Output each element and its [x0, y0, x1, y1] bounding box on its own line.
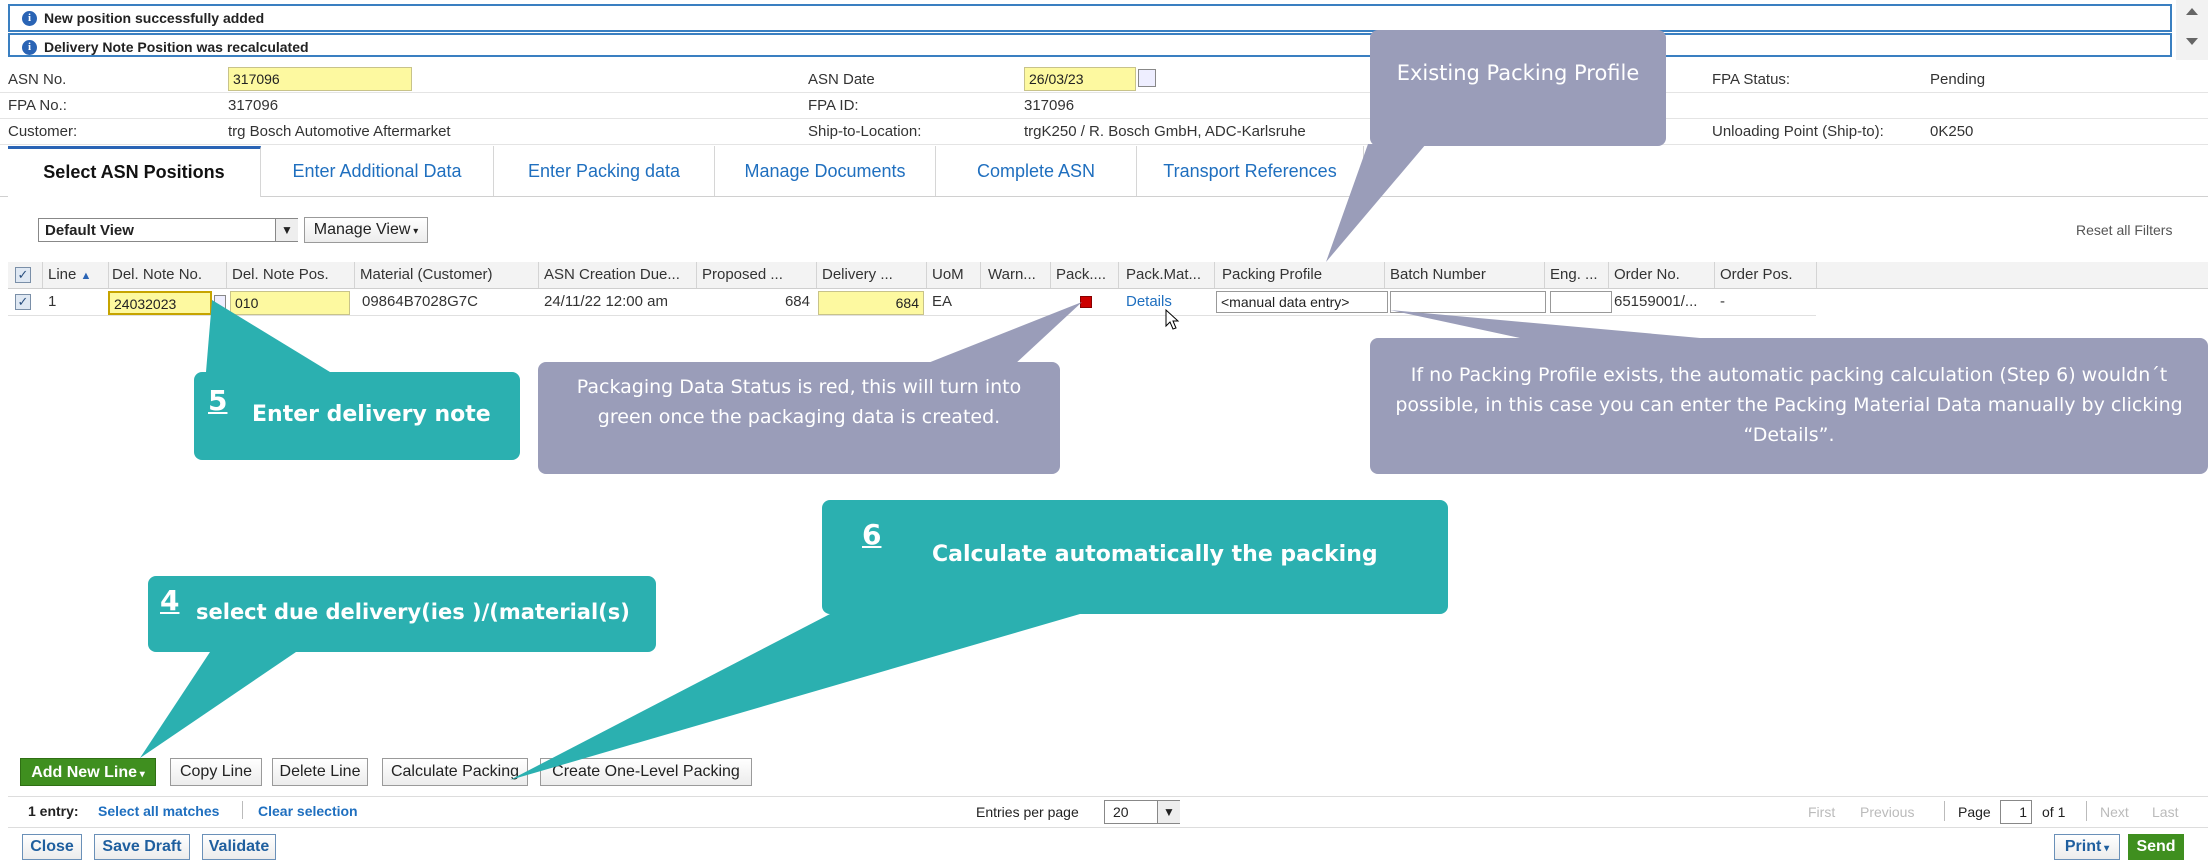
step4-text: select due delivery(ies )/(material(s) — [196, 600, 630, 624]
step6-number: 6 — [862, 518, 882, 551]
no-profile-pointer — [1390, 310, 1700, 338]
step6-text: Calculate automatically the packing — [932, 542, 1378, 567]
pack-status-text: Packaging Data Status is red, this will … — [576, 376, 1022, 428]
existing-profile-pointer — [1326, 144, 1426, 262]
existing-profile-text: Existing Packing Profile — [1396, 61, 1640, 85]
no-profile-callout: If no Packing Profile exists, the automa… — [1370, 338, 2208, 474]
step6-callout: 6 Calculate automatically the packing — [822, 500, 1448, 614]
step5-text: Enter delivery note — [252, 402, 491, 427]
step4-pointer — [140, 652, 296, 758]
step5-number: 5 — [208, 384, 228, 417]
no-profile-text: If no Packing Profile exists, the automa… — [1395, 364, 2183, 446]
step5-pointer — [206, 300, 330, 372]
pack-status-callout: Packaging Data Status is red, this will … — [538, 362, 1060, 474]
existing-profile-callout: Existing Packing Profile — [1370, 30, 1666, 146]
step4-number: 4 — [160, 584, 180, 617]
step4-callout: 4 select due delivery(ies )/(material(s) — [148, 576, 656, 652]
step5-callout: 5 Enter delivery note — [194, 372, 520, 460]
